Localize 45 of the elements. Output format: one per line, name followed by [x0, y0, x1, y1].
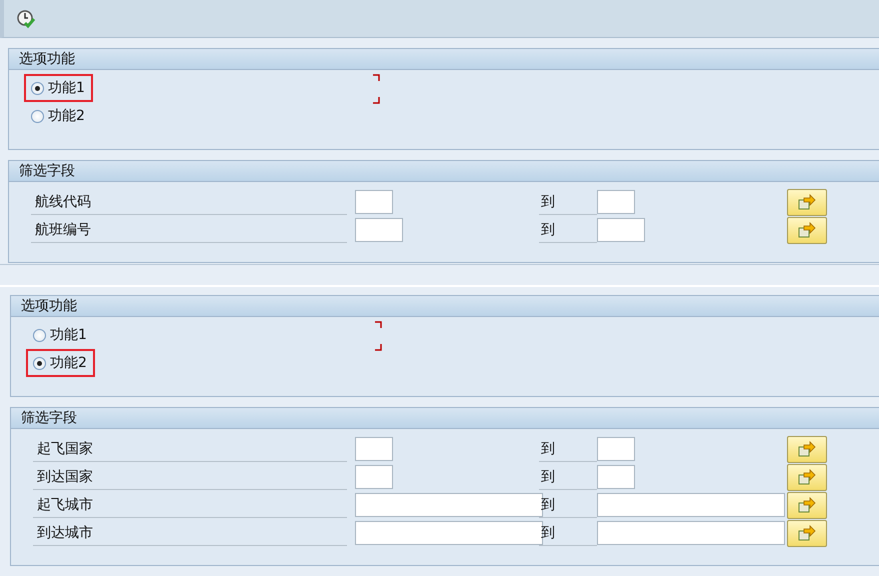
radio-button[interactable] [31, 82, 44, 94]
arrow-into-folder-icon [797, 193, 817, 211]
arrow-into-folder-icon [797, 496, 817, 514]
group-title: 筛选字段 [11, 408, 879, 429]
field-label: 起飞城市 [33, 492, 347, 518]
radio-button[interactable] [33, 356, 46, 370]
clock-check-icon[interactable] [16, 8, 36, 28]
radio-label: 功能2 [48, 107, 85, 125]
input-field[interactable] [355, 493, 543, 517]
input-field[interactable] [597, 521, 785, 545]
input-field[interactable] [597, 493, 785, 517]
arrow-into-folder-icon [797, 468, 817, 486]
radio-label: 功能2 [50, 354, 87, 372]
input-field[interactable] [355, 521, 543, 545]
input-field[interactable] [597, 465, 635, 489]
radio-button[interactable] [31, 110, 44, 122]
field-label: 到达国家 [33, 464, 347, 490]
field-label: 航线代码 [31, 189, 347, 215]
input-field[interactable] [355, 437, 393, 461]
radio-label: 功能1 [48, 79, 85, 97]
multiple-selection-button[interactable] [787, 492, 827, 518]
multiple-selection-button[interactable] [787, 188, 827, 216]
arrow-into-folder-icon [797, 440, 817, 458]
input-field[interactable] [355, 465, 393, 489]
radio-label: 功能1 [50, 326, 87, 344]
radio-button[interactable] [33, 328, 46, 342]
arrow-into-folder-icon [797, 221, 817, 239]
input-field[interactable] [597, 190, 635, 214]
group-title: 选项功能 [9, 49, 879, 70]
input-field[interactable] [355, 190, 393, 214]
multiple-selection-button[interactable] [787, 464, 827, 490]
focus-bracket [373, 74, 381, 104]
field-label: 到达城市 [33, 520, 347, 546]
input-field[interactable] [597, 218, 645, 242]
arrow-into-folder-icon [797, 524, 817, 542]
multiple-selection-button[interactable] [787, 436, 827, 462]
group-title: 筛选字段 [9, 161, 879, 182]
input-field[interactable] [355, 218, 403, 242]
field-label: 起飞国家 [33, 436, 347, 462]
group-title: 选项功能 [11, 296, 879, 317]
field-label: 航班编号 [31, 217, 347, 243]
multiple-selection-button[interactable] [787, 520, 827, 546]
multiple-selection-button[interactable] [787, 216, 827, 244]
focus-bracket [375, 321, 383, 351]
input-field[interactable] [597, 437, 635, 461]
